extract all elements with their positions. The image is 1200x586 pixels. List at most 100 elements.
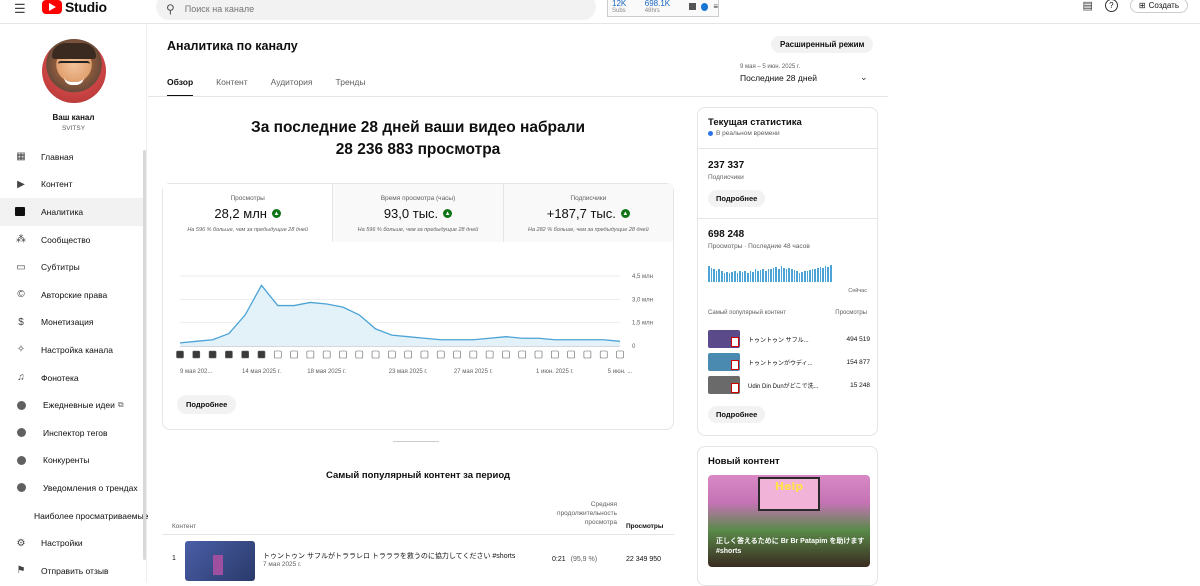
sidebar-item[interactable]: ⚙ Настройки: [0, 529, 144, 557]
sidebar-item[interactable]: Ежедневные идеи ⧉: [0, 391, 144, 419]
notes-icon[interactable]: ▤: [1082, 0, 1092, 12]
top-thumbnail: [708, 376, 740, 394]
video-thumbnail[interactable]: [185, 541, 255, 581]
sidebar-item[interactable]: © Авторские права: [0, 281, 144, 309]
upload-marker[interactable]: [404, 350, 412, 359]
upload-marker[interactable]: [339, 350, 347, 359]
upload-marker[interactable]: [485, 350, 494, 359]
realtime-bar: [785, 268, 788, 282]
sidebar-item[interactable]: Конкуренты: [0, 447, 144, 475]
sidebar-item[interactable]: Аналитика: [0, 198, 144, 226]
date-range-picker[interactable]: 9 мая – 5 июн. 2025 г. Последние 28 дней…: [740, 64, 868, 83]
metric-value: 93,0 тыс.: [383, 206, 439, 221]
upload-marker[interactable]: [241, 350, 249, 359]
top-content-row[interactable]: トゥントゥンがウディ... 154 877: [708, 353, 870, 371]
realtime-bar: [788, 267, 790, 282]
upload-marker[interactable]: [534, 350, 543, 359]
top-title: Udin Din Dunがどこで洗...: [748, 383, 819, 390]
more-button[interactable]: Подробнее: [177, 395, 237, 414]
upload-marker[interactable]: [290, 350, 298, 359]
sidebar-item[interactable]: $ Монетизация: [0, 309, 144, 337]
ext-square-icon[interactable]: [689, 3, 696, 10]
upload-marker[interactable]: [225, 350, 233, 359]
upload-marker[interactable]: [176, 350, 184, 359]
upload-marker[interactable]: [453, 350, 461, 359]
x-tick-label: 27 мая 2025 г.: [454, 369, 493, 375]
realtime-bar: [715, 271, 718, 282]
upload-marker[interactable]: [192, 350, 201, 359]
sidebar-item[interactable]: Инспектор тегов: [0, 419, 144, 447]
advanced-mode-button[interactable]: Расширенный режим: [771, 36, 874, 53]
col-avg-duration[interactable]: Средняя продолжительность просмотра: [532, 500, 617, 527]
avg-duration-value: 0:21: [552, 556, 566, 563]
upload-marker[interactable]: [616, 350, 624, 359]
new-content-thumbnail[interactable]: Help 正しく答えるために Br Br Patapim を助けます #shor…: [708, 475, 870, 567]
upload-marker[interactable]: [306, 350, 315, 359]
col-views[interactable]: Просмотры: [626, 523, 663, 530]
menu-icon[interactable]: ☰: [14, 1, 26, 17]
upload-marker[interactable]: [502, 350, 510, 359]
create-button[interactable]: ⊞ Создать: [1129, 0, 1188, 13]
realtime-title: Текущая статистика: [708, 117, 802, 128]
sidebar-scrollbar[interactable]: [143, 150, 146, 560]
subs-more-button[interactable]: Подробнее: [708, 190, 766, 207]
upload-marker[interactable]: [551, 350, 559, 359]
sidebar-item[interactable]: ♫ Фонотека: [0, 364, 144, 392]
ext-circle-icon[interactable]: [700, 2, 709, 11]
top-more-button[interactable]: Подробнее: [708, 406, 766, 423]
sidebar-item[interactable]: ▦ Главная: [0, 143, 144, 171]
create-icon: ⊞: [1138, 1, 1146, 10]
sidebar-item[interactable]: Наиболее просматриваемые: [0, 502, 148, 530]
top-content-row[interactable]: トゥントゥン サフル... 494 519: [708, 330, 870, 348]
analytics-icon: [15, 207, 25, 217]
realtime-bar-chart[interactable]: [708, 264, 832, 282]
upload-marker[interactable]: [436, 350, 445, 359]
table-row[interactable]: 1 トゥントゥン サフルがトララレロ トラララを救うのに協力してください #sh…: [162, 539, 674, 581]
upload-marker[interactable]: [420, 350, 429, 359]
upload-marker[interactable]: [371, 350, 380, 359]
upload-marker[interactable]: [469, 350, 478, 359]
upload-marker[interactable]: [273, 350, 282, 359]
search-icon[interactable]: ⚲: [166, 2, 175, 16]
upload-marker[interactable]: [257, 350, 266, 359]
upload-marker[interactable]: [355, 350, 364, 359]
upload-marker[interactable]: [322, 350, 331, 359]
overview-card: Просмотры 28,2 млн ▲ На 596 % больше, чем…: [162, 183, 674, 430]
tab-overview[interactable]: Обзор: [167, 77, 194, 97]
sidebar-item[interactable]: ✧ Настройка канала: [0, 336, 144, 364]
views-label: Просмотры · Последние 48 часов: [708, 243, 810, 250]
upload-marker[interactable]: [599, 350, 608, 359]
sidebar-item[interactable]: ▭ Субтитры: [0, 253, 144, 281]
realtime-bar: [762, 269, 765, 282]
upload-marker[interactable]: [567, 350, 575, 359]
tab-content[interactable]: Контент: [216, 77, 248, 97]
views-chart[interactable]: 0 1,5 млн 3,0 млн 4,5 млн 9 мая 202... 14 мая…: [175, 266, 665, 386]
upload-marker[interactable]: [208, 350, 217, 359]
metric-watch-time[interactable]: Время просмотра (часы) 93,0 тыс. ▲ На 596…: [333, 184, 504, 242]
upload-marker[interactable]: [388, 350, 396, 359]
sidebar-item[interactable]: Уведомления о трендах: [0, 474, 144, 502]
tab-audience[interactable]: Аудитория: [271, 77, 313, 97]
upload-marker[interactable]: [583, 350, 592, 359]
search-input[interactable]: [184, 4, 565, 14]
help-icon[interactable]: ?: [1104, 0, 1118, 12]
logo-text: Studio: [65, 0, 107, 15]
sidebar-item[interactable]: ⁂ Сообщество: [0, 226, 144, 254]
tab-trends[interactable]: Тренды: [336, 77, 366, 97]
metric-subscribers[interactable]: Подписчики +187,7 тыс. ▲ На 282 % больше,…: [503, 184, 673, 242]
search-bar[interactable]: ⚲: [156, 0, 596, 20]
metric-views[interactable]: Просмотры 28,2 млн ▲ На 596 % больше, чем…: [163, 184, 334, 242]
ext-menu-icon[interactable]: ≡: [713, 2, 718, 11]
realtime-bar: [731, 272, 733, 282]
upload-marker[interactable]: [518, 350, 527, 359]
extension-widget[interactable]: 12K Subs 698.1K 48hrs ≡: [607, 0, 719, 17]
video-title[interactable]: トゥントゥン サフルがトララレロ トラララを救うのに協力してください #shor…: [263, 551, 543, 561]
studio-logo[interactable]: Studio: [42, 0, 107, 15]
top-title: トゥントゥンがウディ...: [748, 360, 813, 367]
top-content-row[interactable]: Udin Din Dunがどこで洗... 15 248: [708, 376, 870, 394]
sidebar-item[interactable]: ▶ Контент: [0, 171, 144, 199]
channel-avatar[interactable]: [42, 39, 106, 103]
table-header: Контент Средняя продолжительность просмо…: [162, 500, 674, 535]
chevron-down-icon[interactable]: ⌄: [860, 72, 868, 83]
sidebar-item[interactable]: ⚑ Отправить отзыв: [0, 557, 144, 585]
